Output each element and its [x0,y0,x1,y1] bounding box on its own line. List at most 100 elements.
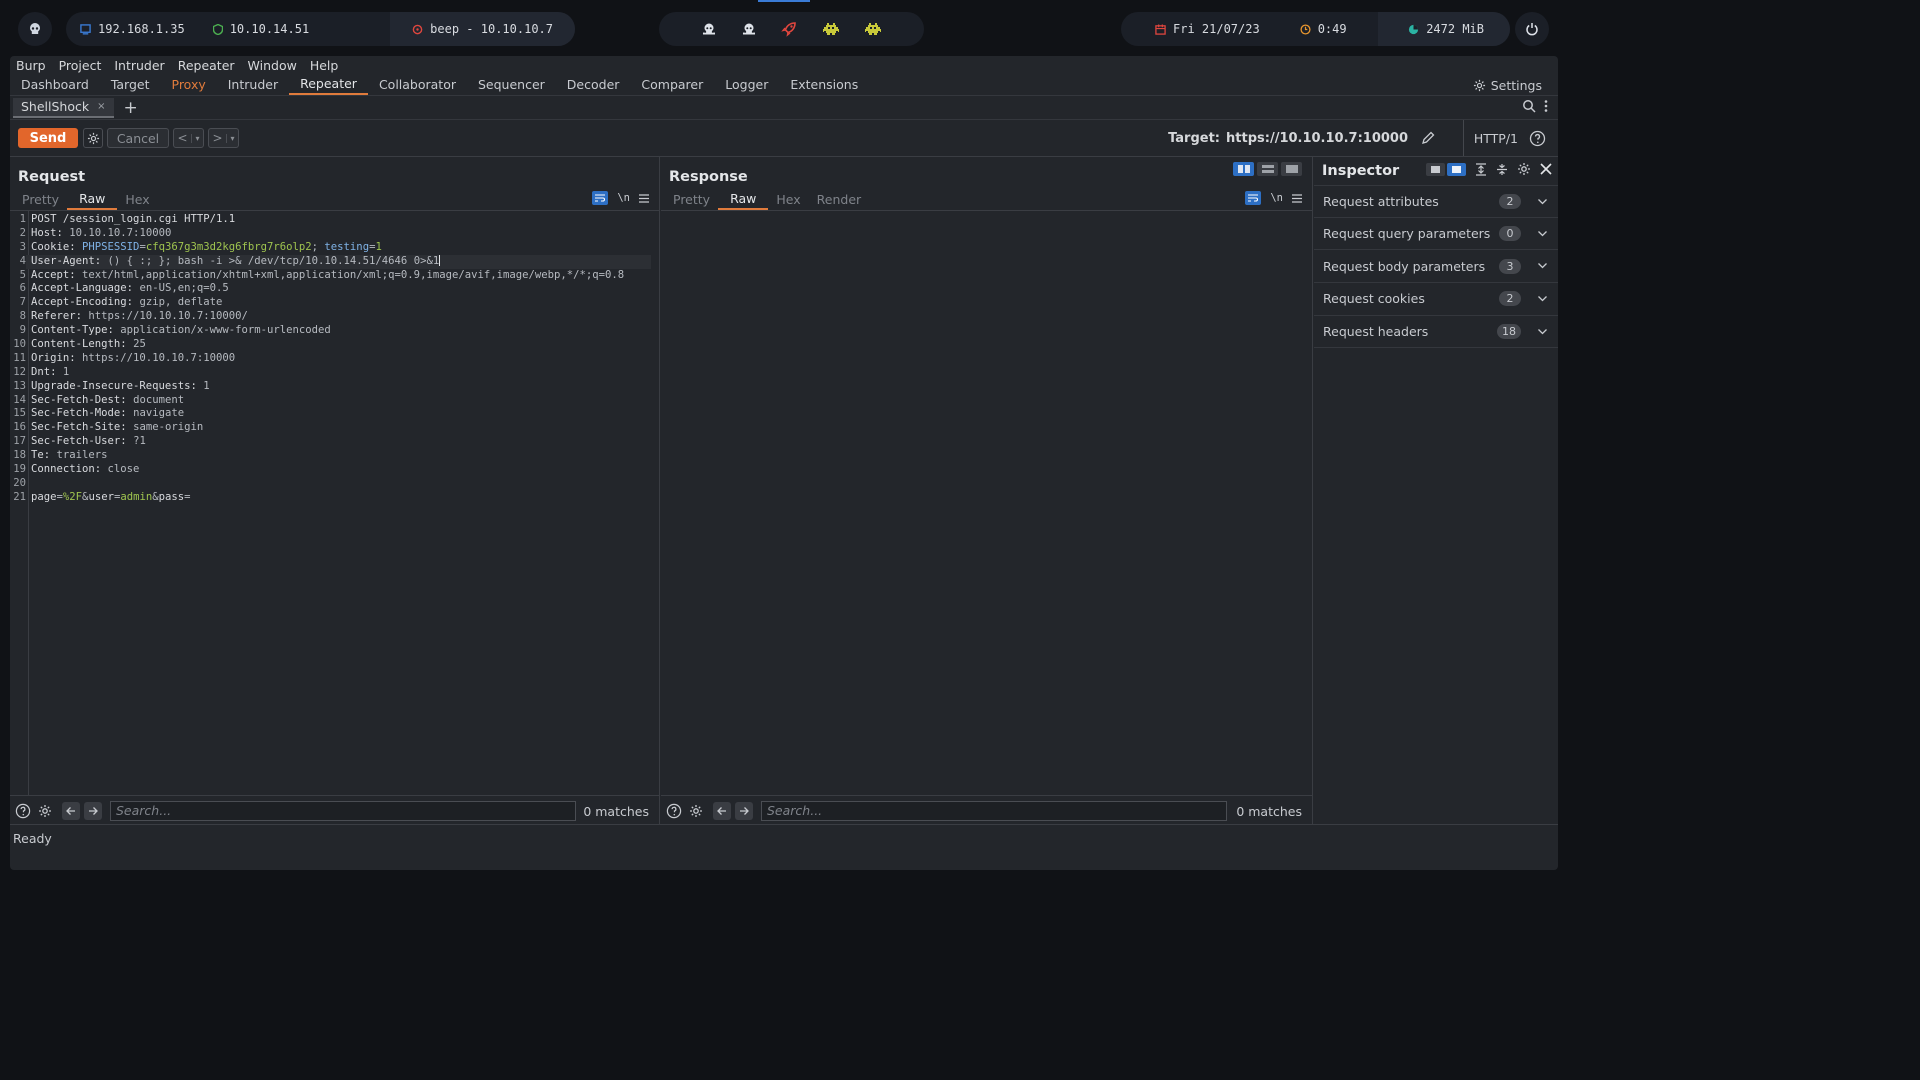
layout-right-icon[interactable] [1447,162,1466,176]
launcher-button[interactable] [18,12,52,46]
tab-extensions[interactable]: Extensions [779,74,869,95]
search-icon[interactable] [1522,99,1536,113]
close-icon[interactable]: × [97,101,105,112]
main-tabs: Dashboard Target Proxy Intruder Repeater… [10,74,1558,96]
tab-sequencer[interactable]: Sequencer [467,74,556,95]
memory-widget[interactable]: 2472 MiB [1378,12,1510,46]
arrow-left-icon[interactable] [713,801,731,820]
send-button[interactable]: Send [18,128,78,148]
count-badge: 18 [1497,324,1521,340]
target-box[interactable]: beep - 10.10.10.7 [390,12,575,46]
request-tab-pretty[interactable]: Pretty [14,189,67,210]
chevron-down-icon [1538,328,1547,335]
help-icon[interactable] [1529,130,1546,147]
menu-burp[interactable]: Burp [16,58,46,73]
close-icon[interactable] [1540,163,1552,175]
status-bar: Ready [10,824,1558,870]
tab-target[interactable]: Target [100,74,161,95]
prev-dropdown[interactable]: ▾ [191,133,203,143]
layout-side-by-side-icon[interactable] [1233,162,1254,176]
menu-repeater[interactable]: Repeater [178,58,235,73]
inspector-section-cookies[interactable]: Request cookies 2 [1314,283,1558,316]
send-options-button[interactable] [83,128,103,148]
settings-button[interactable]: Settings [1473,74,1542,96]
layout-left-icon[interactable] [1426,162,1445,176]
tab-repeater[interactable]: Repeater [289,74,368,95]
request-editor[interactable]: 1 POST /session_login.cgi HTTP/1.1 2 Host:… [10,211,659,795]
wrap-lines-icon[interactable] [592,191,609,205]
gear-icon[interactable] [36,802,54,820]
gear-icon[interactable] [1517,162,1531,176]
menu-window[interactable]: Window [248,58,297,73]
rocket-icon[interactable] [781,21,797,37]
skull-icon[interactable] [702,22,716,36]
help-icon[interactable] [665,802,683,820]
chevron-down-icon [1538,263,1547,269]
collapse-all-icon[interactable] [1496,163,1508,176]
inspector-section-query-parameters[interactable]: Request query parameters 0 [1314,218,1558,251]
invader-icon[interactable] [823,23,840,35]
next-dropdown[interactable]: ▾ [226,133,238,143]
line-number: 17 [13,435,26,448]
request-tab-raw[interactable]: Raw [67,189,118,210]
cancel-button[interactable]: Cancel [107,128,169,148]
prev-button[interactable]: < [174,131,191,145]
pencil-icon[interactable] [1420,130,1436,146]
next-button[interactable]: > [209,131,226,145]
tab-logger[interactable]: Logger [714,74,779,95]
history-forward[interactable]: > ▾ [208,128,239,148]
wrap-lines-icon[interactable] [1245,191,1262,205]
date-widget[interactable]: Fri 21/07/23 [1121,12,1280,46]
tab-dashboard[interactable]: Dashboard [10,74,100,95]
tab-decoder[interactable]: Decoder [556,74,631,95]
response-tab-pretty[interactable]: Pretty [665,189,718,210]
request-search-input[interactable]: Search... [110,800,576,821]
cookie-name: PHPSESSID [82,240,140,253]
power-button[interactable] [1515,12,1549,46]
line-number: 6 [19,282,26,295]
local-ip[interactable]: 192.168.1.35 [66,12,199,46]
editor-panes: Request Pretty Raw Hex \n 1 POST /session… [10,156,1558,825]
hamburger-menu-icon[interactable] [639,193,649,203]
arrow-left-icon[interactable] [62,801,80,820]
tab-comparer[interactable]: Comparer [630,74,714,95]
history-back[interactable]: < ▾ [173,128,204,148]
newline-toggle[interactable]: \n [617,192,630,204]
invader-icon[interactable] [865,23,882,35]
menu-help[interactable]: Help [310,58,339,73]
inspector-section-body-parameters[interactable]: Request body parameters 3 [1314,250,1558,284]
http-version-toggle[interactable]: HTTP/1 [1462,120,1518,156]
hamburger-menu-icon[interactable] [1292,193,1302,203]
gear-icon[interactable] [687,802,705,820]
request-tab-hex[interactable]: Hex [117,189,157,210]
kebab-menu-icon[interactable] [1544,99,1548,113]
inspector-section-headers[interactable]: Request headers 18 [1314,316,1558,349]
clock-widget[interactable]: 0:49 [1280,12,1371,46]
layout-stacked-icon[interactable] [1257,162,1278,176]
desktop-topbar: 192.168.1.35 10.10.14.51 beep - 10.10.10… [0,0,1568,56]
repeater-tab-shellshock[interactable]: ShellShock × [13,97,114,118]
response-search-input[interactable]: Search... [761,800,1227,821]
menu-intruder[interactable]: Intruder [114,58,164,73]
memory-icon [1409,24,1419,34]
layout-tabs-icon[interactable] [1281,162,1302,176]
add-tab-button[interactable]: + [124,98,138,118]
response-tab-raw[interactable]: Raw [718,189,769,210]
expand-all-icon[interactable] [1475,162,1487,176]
tab-collaborator[interactable]: Collaborator [368,74,467,95]
skull-icon[interactable] [742,22,756,36]
arrow-right-icon[interactable] [735,801,753,820]
header-name: Upgrade-Insecure-Requests: [31,379,204,392]
tab-proxy[interactable]: Proxy [161,74,217,95]
menu-project[interactable]: Project [59,58,102,73]
tab-intruder[interactable]: Intruder [217,74,289,95]
help-icon[interactable] [14,802,32,820]
response-tab-hex[interactable]: Hex [768,189,808,210]
response-editor[interactable] [661,211,1312,795]
arrow-right-icon[interactable] [84,801,102,820]
vpn-ip[interactable]: 10.10.14.51 [199,12,323,46]
newline-toggle[interactable]: \n [1270,192,1283,204]
inspector-section-request-attributes[interactable]: Request attributes 2 [1314,185,1558,218]
line-number: 15 [13,407,26,420]
response-tab-render[interactable]: Render [809,189,870,210]
